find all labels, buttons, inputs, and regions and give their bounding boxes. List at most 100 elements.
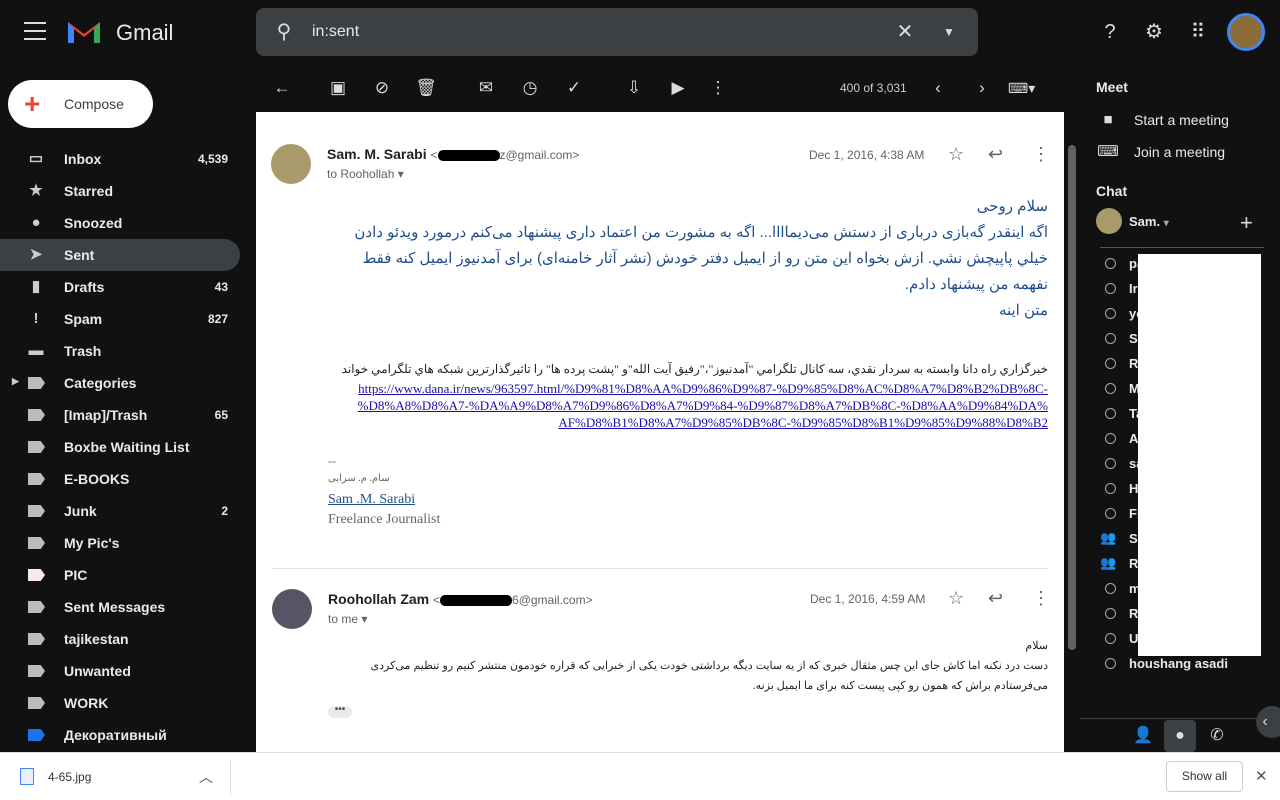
snooze-icon[interactable]: ◷	[518, 76, 542, 100]
sender-name[interactable]: Sam. M. Sarabi < z@gmail.com>	[327, 146, 579, 162]
status-circle-icon	[1105, 383, 1116, 394]
status-circle-icon	[1105, 283, 1116, 294]
sidebar-item-my-pic-s[interactable]: My Pic's	[0, 527, 240, 559]
sidebar-item-sent-messages[interactable]: Sent Messages	[0, 591, 240, 623]
sidebar-item-unwanted[interactable]: Unwanted	[0, 655, 240, 687]
my-status-dropdown[interactable]: Sam. ▾	[1129, 214, 1169, 229]
sidebar-item-tajikestan[interactable]: tajikestan	[0, 623, 240, 655]
contact-name: R	[1129, 556, 1139, 571]
sidebar-item-label: WORK	[64, 695, 109, 711]
sidebar-item-boxbe-waiting-list[interactable]: Boxbe Waiting List	[0, 431, 240, 463]
search-options-icon[interactable]: ▼	[937, 20, 961, 44]
sender-avatar[interactable]	[271, 144, 311, 184]
spam-icon: !	[33, 310, 39, 327]
sidebar-item-label: My Pic's	[64, 535, 120, 551]
sidebar-item-декоративный[interactable]: Декоративный	[0, 719, 240, 751]
sidebar-item-starred[interactable]: ★ Starred	[0, 175, 240, 207]
sidebar-item-e-books[interactable]: E-BOOKS	[0, 463, 240, 495]
status-circle-icon	[1105, 358, 1116, 369]
expand-arrow-icon[interactable]: ▶	[12, 376, 19, 387]
download-options-chevron-icon[interactable]: ︿	[199, 767, 213, 787]
search-input[interactable]: in:sent	[312, 23, 359, 41]
older-chevron-icon[interactable]: ›	[970, 76, 994, 100]
side-panel-toggle-icon[interactable]: ‹	[1256, 706, 1280, 738]
archive-icon[interactable]: ▣	[326, 76, 350, 100]
contacts-person-icon[interactable]: 👤	[1131, 724, 1155, 748]
sidebar-item--imap-trash[interactable]: [Imap]/Trash 65	[0, 399, 240, 431]
conversation-view: Sam. M. Sarabi < z@gmail.com> to Rooholla…	[256, 112, 1064, 752]
meet-heading: Meet	[1096, 79, 1128, 95]
search-bar[interactable]: ⚲ in:sent ✕ ▼	[256, 8, 978, 56]
newer-chevron-icon[interactable]: ‹	[926, 76, 950, 100]
join-meeting-link[interactable]: Join a meeting	[1134, 144, 1225, 160]
move-to-icon[interactable]: ⇩	[622, 76, 646, 100]
chat-tab[interactable]: ●	[1164, 720, 1196, 752]
label-icon	[28, 409, 45, 421]
settings-gear-icon[interactable]: ⚙	[1142, 20, 1166, 44]
main-menu-icon[interactable]	[24, 22, 46, 40]
more-vert-icon[interactable]: ⋮	[1032, 144, 1050, 165]
account-avatar[interactable]	[1227, 13, 1265, 51]
new-chat-plus-icon[interactable]: +	[1240, 210, 1253, 236]
search-icon[interactable]: ⚲	[272, 20, 296, 44]
label-icon	[28, 505, 45, 517]
start-meeting-link[interactable]: Start a meeting	[1134, 112, 1229, 128]
label-icon[interactable]: ▶	[666, 76, 690, 100]
compose-button[interactable]: + Compose	[8, 80, 153, 128]
video-camera-icon: ■	[1103, 111, 1113, 128]
sidebar-item-junk[interactable]: Junk 2	[0, 495, 240, 527]
sidebar-item-label: Categories	[64, 375, 137, 391]
reply-icon[interactable]: ↩	[988, 588, 1003, 609]
input-tools-icon[interactable]: ⌨▾	[1008, 76, 1035, 100]
sidebar-item-drafts[interactable]: ▮ Drafts 43	[0, 271, 240, 303]
signature-name-link[interactable]: Sam .M. Sarabi	[328, 492, 415, 508]
download-bar: 4-65.jpg ︿ Show all ✕	[0, 752, 1280, 800]
recipients-dropdown[interactable]: to me ▾	[328, 612, 367, 626]
help-icon[interactable]: ?	[1098, 20, 1122, 44]
more-options-icon[interactable]: ⋮	[706, 76, 730, 100]
my-avatar[interactable]	[1096, 208, 1122, 234]
sender-avatar[interactable]	[272, 589, 312, 629]
status-circle-icon	[1105, 608, 1116, 619]
label-icon	[28, 441, 45, 453]
show-trimmed-content-button[interactable]: •••	[328, 705, 352, 718]
download-filename[interactable]: 4-65.jpg	[48, 770, 91, 784]
phone-icon[interactable]: ✆	[1205, 724, 1229, 748]
star-icon[interactable]: ☆	[948, 588, 964, 609]
sender-name[interactable]: Roohollah Zam <6@gmail.com>	[328, 591, 593, 607]
sidebar-item-work[interactable]: WORK	[0, 687, 240, 719]
back-arrow-icon[interactable]: ←	[270, 76, 294, 100]
sidebar-item-label: Boxbe Waiting List	[64, 439, 190, 455]
sidebar-item-sent[interactable]: ➤ Sent	[0, 239, 240, 271]
star-icon[interactable]: ☆	[948, 144, 964, 165]
draft-icon: ▮	[31, 278, 41, 295]
sidebar-item-snoozed[interactable]: ● Snoozed	[0, 207, 240, 239]
report-spam-icon[interactable]: ⊘	[370, 76, 394, 100]
gmail-logo-icon[interactable]	[66, 18, 102, 45]
close-download-bar-icon[interactable]: ✕	[1255, 767, 1268, 785]
more-vert-icon[interactable]: ⋮	[1032, 588, 1050, 609]
show-all-button[interactable]: Show all	[1166, 761, 1243, 792]
plus-icon: +	[24, 88, 41, 119]
divider	[230, 759, 231, 795]
apps-grid-icon[interactable]: ⠿	[1186, 20, 1210, 44]
sidebar-item-spam[interactable]: ! Spam 827	[0, 303, 240, 335]
sidebar-item-pic[interactable]: PIC	[0, 559, 240, 591]
status-circle-icon	[1105, 458, 1116, 469]
status-circle-icon	[1105, 408, 1116, 419]
sidebar-item-trash[interactable]: ▬ Trash	[0, 335, 240, 367]
sidebar-item-label: Trash	[64, 343, 102, 359]
recipients-dropdown[interactable]: to Roohollah ▾	[327, 167, 404, 181]
add-task-icon[interactable]: ✓	[562, 76, 586, 100]
clear-search-icon[interactable]: ✕	[893, 20, 917, 44]
file-image-icon	[20, 768, 34, 785]
reply-icon[interactable]: ↩	[988, 144, 1003, 165]
delete-icon[interactable]: 🗑	[414, 76, 438, 100]
news-link[interactable]: https://www.dana.ir/news/963597.html/%D9…	[356, 380, 1048, 431]
sidebar-item-label: Junk	[64, 503, 97, 519]
message-toolbar: ← ▣ ⊘ 🗑 ✉ ◷ ✓ ⇩ ▶ ⋮ 400 of 3,031 ‹ › ⌨▾	[256, 66, 1064, 110]
scrollbar[interactable]	[1068, 145, 1076, 650]
mark-unread-icon[interactable]: ✉	[474, 76, 498, 100]
sidebar-item-inbox[interactable]: ▭ Inbox 4,539	[0, 143, 240, 175]
sidebar-item-categories[interactable]: ▶ Categories	[0, 367, 240, 399]
